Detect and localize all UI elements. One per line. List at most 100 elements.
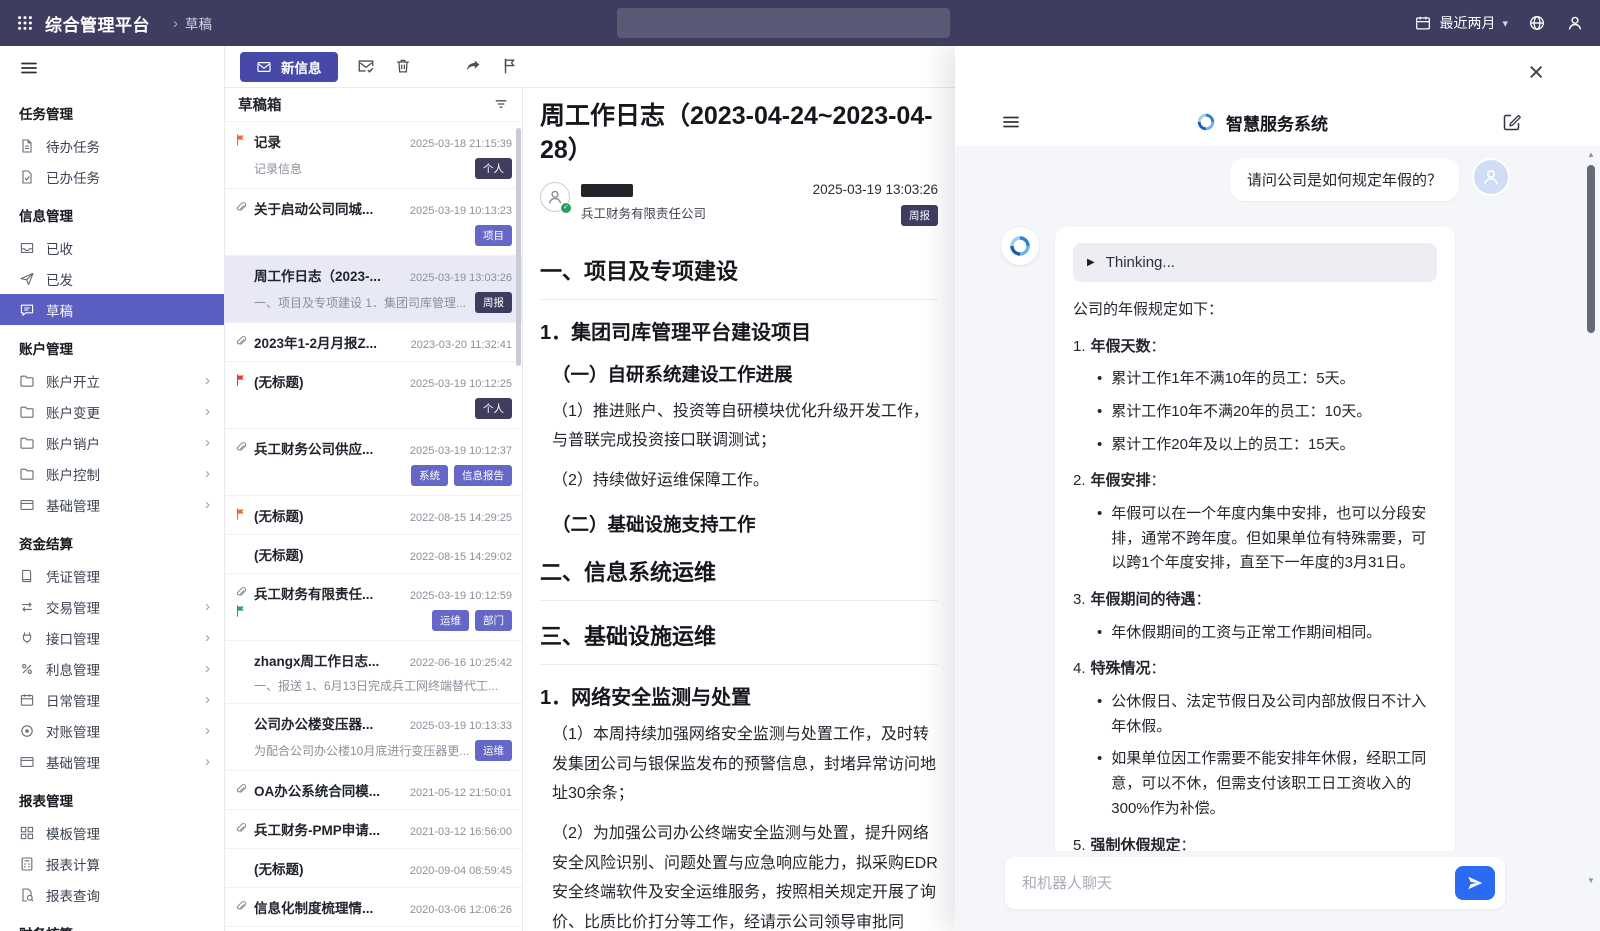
report-calc-icon (19, 856, 35, 872)
flag-icon[interactable] (501, 57, 519, 75)
mail-list-item[interactable]: (无标题)2025-03-19 10:12:25 个人 (225, 362, 522, 429)
scroll-down-icon[interactable]: ▼ (1585, 876, 1597, 885)
flag-icon (234, 604, 248, 618)
detail-paragraph: （1）本周持续加强网络安全监测与处置工作，及时转发集团公司与银保监发布的预警信息… (540, 720, 938, 809)
sidebar-item-received[interactable]: 已收 (0, 232, 224, 263)
sidebar: 任务管理 待办任务 已办任务 信息管理 已收 已发 草稿 账户管理 账户开立› … (0, 46, 225, 931)
bot-intro: 公司的年假规定如下： (1073, 297, 1437, 323)
base-mgmt-icon (19, 497, 35, 513)
mail-item-tag: 信息报告 (454, 465, 512, 486)
chevron-right-icon: › (205, 754, 210, 769)
sidebar-item-account-change[interactable]: 账户变更› (0, 396, 224, 427)
mail-item-title: 信息化制度梳理情... (254, 897, 402, 917)
thinking-toggle[interactable]: ▶ Thinking... (1073, 243, 1437, 282)
draft-list-panel: 草稿箱 记录2025-03-18 21:15:39 记录信息个人 (225, 88, 523, 931)
mail-list-item[interactable]: 关于启动公司同城...2025-03-19 10:13:23 项目 (225, 189, 522, 256)
sidebar-item-account-close[interactable]: 账户销户› (0, 427, 224, 458)
mail-list-item[interactable]: 兵工财务有限责任...2025-03-19 10:12:59 运维部门 (225, 574, 522, 641)
flag-icon (234, 373, 248, 387)
rule-bullet: •累计工作20年及以上的员工：15天。 (1073, 433, 1437, 458)
assistant-panel: × 智慧服务系统 请问公司是如何规定年假的？ (955, 46, 1600, 931)
chat-scrollbar-thumb[interactable] (1587, 165, 1595, 333)
mail-list-item[interactable]: (无标题)2020-09-04 08:59:45 (225, 849, 522, 888)
mail-list-item[interactable]: (无标题)2022-08-15 14:29:25 (225, 496, 522, 535)
header-search-input[interactable] (617, 8, 950, 38)
chat-input[interactable] (1022, 875, 1455, 892)
mail-item-time: 2020-09-04 08:59:45 (410, 865, 512, 877)
mail-item-time: 2022-08-15 14:29:25 (410, 512, 512, 524)
sidebar-item-interest[interactable]: 利息管理› (0, 653, 224, 684)
transaction-icon (19, 599, 35, 615)
sidebar-item-report-calc[interactable]: 报表计算 (0, 848, 224, 879)
mail-list-item[interactable]: (无标题)2022-08-15 14:29:02 (225, 535, 522, 574)
sidebar-header (0, 46, 224, 90)
chat-menu-icon[interactable] (1001, 112, 1021, 132)
mail-list-item[interactable]: 记录2025-03-18 21:15:39 记录信息个人 (225, 122, 522, 189)
list-scrollbar-thumb[interactable] (516, 128, 521, 366)
scroll-up-icon[interactable]: ▲ (1585, 150, 1597, 159)
mail-list-item-selected[interactable]: 周工作日志（2023-...2025-03-19 13:03:26 一、项目及专… (225, 256, 522, 323)
sidebar-item-account-control[interactable]: 账户控制› (0, 458, 224, 489)
delete-icon[interactable] (394, 57, 412, 75)
rule-bullet: •如果单位因工作需要不能安排年休假，经职工同意，可以不休，但需支付该职工日工资收… (1073, 747, 1437, 821)
bullet-icon: • (1097, 367, 1102, 392)
chevron-right-icon: › (205, 723, 210, 738)
chat-scrollbar[interactable]: ▲ ▼ (1585, 150, 1597, 885)
sidebar-item-account-base[interactable]: 基础管理› (0, 489, 224, 520)
draft-list-title: 草稿箱 (238, 94, 282, 115)
chevron-right-icon: › (205, 630, 210, 645)
sidebar-item-todo-tasks[interactable]: 待办任务 (0, 130, 224, 161)
mail-item-time: 2025-03-19 10:13:33 (410, 720, 512, 732)
sidebar-item-settle-base[interactable]: 基础管理› (0, 746, 224, 777)
new-message-button[interactable]: 新信息 (240, 52, 338, 82)
mail-list-item[interactable]: 信息化制度梳理情...2020-03-06 12:06:26 (225, 888, 522, 927)
interface-icon (19, 630, 35, 646)
sidebar-item-done-tasks[interactable]: 已办任务 (0, 161, 224, 192)
sidebar-item-voucher[interactable]: 凭证管理 (0, 560, 224, 591)
send-button[interactable] (1455, 866, 1495, 900)
mail-detail-meta: ✓ 兵工财务有限责任公司 2025-03-19 13:03:26 周报 (540, 182, 938, 236)
sidebar-item-transaction[interactable]: 交易管理› (0, 591, 224, 622)
sidebar-collapse-icon[interactable] (19, 58, 39, 78)
mail-list-item[interactable]: 2020年1月服务器网...2019-12-24 14:15:35 (225, 927, 522, 931)
mail-list-item[interactable]: 公司办公楼变压器...2025-03-19 10:13:33 为配合公司办公楼1… (225, 704, 522, 771)
thinking-caret-icon: ▶ (1087, 257, 1095, 268)
bullet-icon: • (1097, 502, 1102, 576)
sidebar-item-interface[interactable]: 接口管理› (0, 622, 224, 653)
sidebar-item-sent[interactable]: 已发 (0, 263, 224, 294)
apps-grid-icon[interactable] (16, 14, 34, 32)
forward-icon[interactable] (464, 57, 482, 75)
user-profile-icon[interactable] (1566, 14, 1584, 32)
chevron-right-icon: › (205, 404, 210, 419)
mail-detail-body: 一、项目及专项建设 1．集团司库管理平台建设项目 （一）自研系统建设工作进展 （… (540, 236, 938, 931)
header-right: 最近两月 ▾ (1414, 13, 1584, 33)
rule-item: 3.年假期间的待遇： •年休假期间的工资与正常工作期间相同。 (1073, 587, 1437, 645)
mail-list-item[interactable]: 兵工财务公司供应...2025-03-19 10:12:37 系统信息报告 (225, 429, 522, 496)
attachment-icon (234, 821, 248, 835)
sidebar-item-drafts[interactable]: 草稿 (0, 294, 224, 325)
mail-item-preview: 一、项目及专项建设 1．集团司库管理... (254, 294, 469, 311)
mail-list-item[interactable]: 2023年1-2月月报Z...2023-03-20 11:32:41 (225, 323, 522, 362)
close-icon[interactable]: × (1528, 59, 1544, 86)
sidebar-item-report-query[interactable]: 报表查询 (0, 879, 224, 910)
user-message-row: 请问公司是如何规定年假的？ (1001, 158, 1510, 201)
sidebar-item-account-open[interactable]: 账户开立› (0, 365, 224, 396)
mark-read-icon[interactable] (357, 57, 375, 75)
mail-detail-title: 周工作日志（2023-04-24~2023-04-28） (540, 100, 938, 168)
mail-list-item[interactable]: OA办公系统合同模...2021-05-12 21:50:01 (225, 771, 522, 810)
sidebar-item-template[interactable]: 模板管理 (0, 817, 224, 848)
sidebar-section-title: 任务管理 (0, 90, 224, 130)
language-globe-icon[interactable] (1528, 14, 1546, 32)
mail-detail-panel: 周工作日志（2023-04-24~2023-04-28） ✓ 兵工财务有限责任公… (523, 88, 955, 931)
sidebar-item-daily[interactable]: 日常管理› (0, 684, 224, 715)
filter-icon[interactable] (493, 96, 509, 114)
mail-item-title: 关于启动公司同城... (254, 198, 402, 218)
mail-list-item[interactable]: 兵工财务-PMP申请...2021-03-12 16:56:00 (225, 810, 522, 849)
time-filter-dropdown[interactable]: 最近两月 ▾ (1414, 13, 1508, 33)
compose-icon[interactable] (1502, 112, 1522, 132)
mail-item-title: 2023年1-2月月报Z... (254, 332, 403, 352)
sidebar-item-reconcile[interactable]: 对账管理› (0, 715, 224, 746)
mail-list-item[interactable]: zhangx周工作日志...2022-06-16 10:25:42 一、报送 1… (225, 641, 522, 704)
chevron-right-icon: › (205, 497, 210, 512)
rule-item: 2.年假安排： •年假可以在一个年度内集中安排，也可以分段安排，通常不跨年度。但… (1073, 468, 1437, 576)
